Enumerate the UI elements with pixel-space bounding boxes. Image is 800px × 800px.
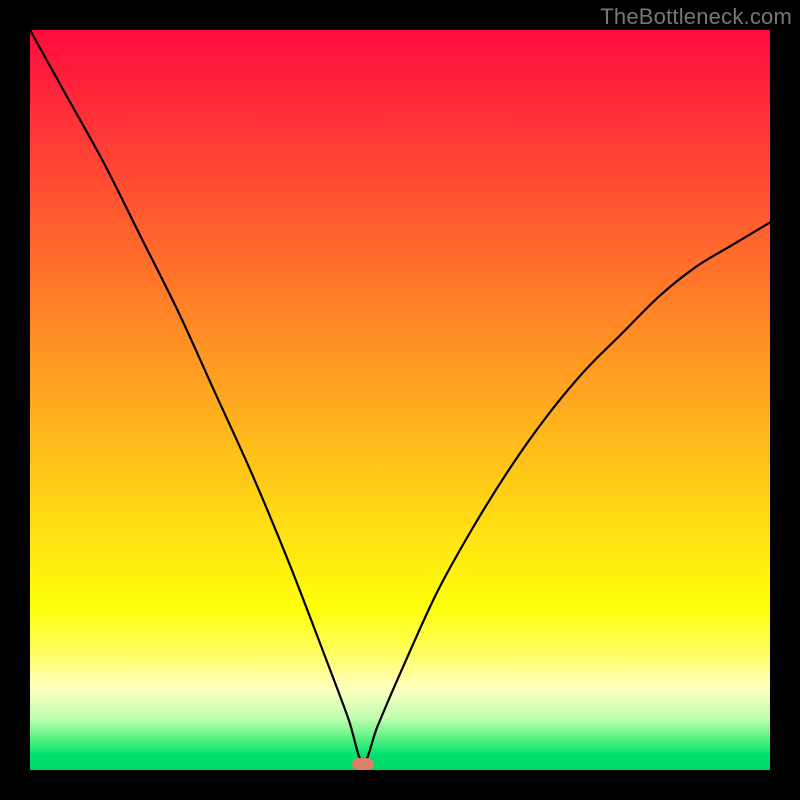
bottleneck-curve <box>30 30 770 770</box>
watermark-text: TheBottleneck.com <box>600 4 792 30</box>
optimal-marker <box>352 758 374 770</box>
chart-frame: TheBottleneck.com <box>0 0 800 800</box>
